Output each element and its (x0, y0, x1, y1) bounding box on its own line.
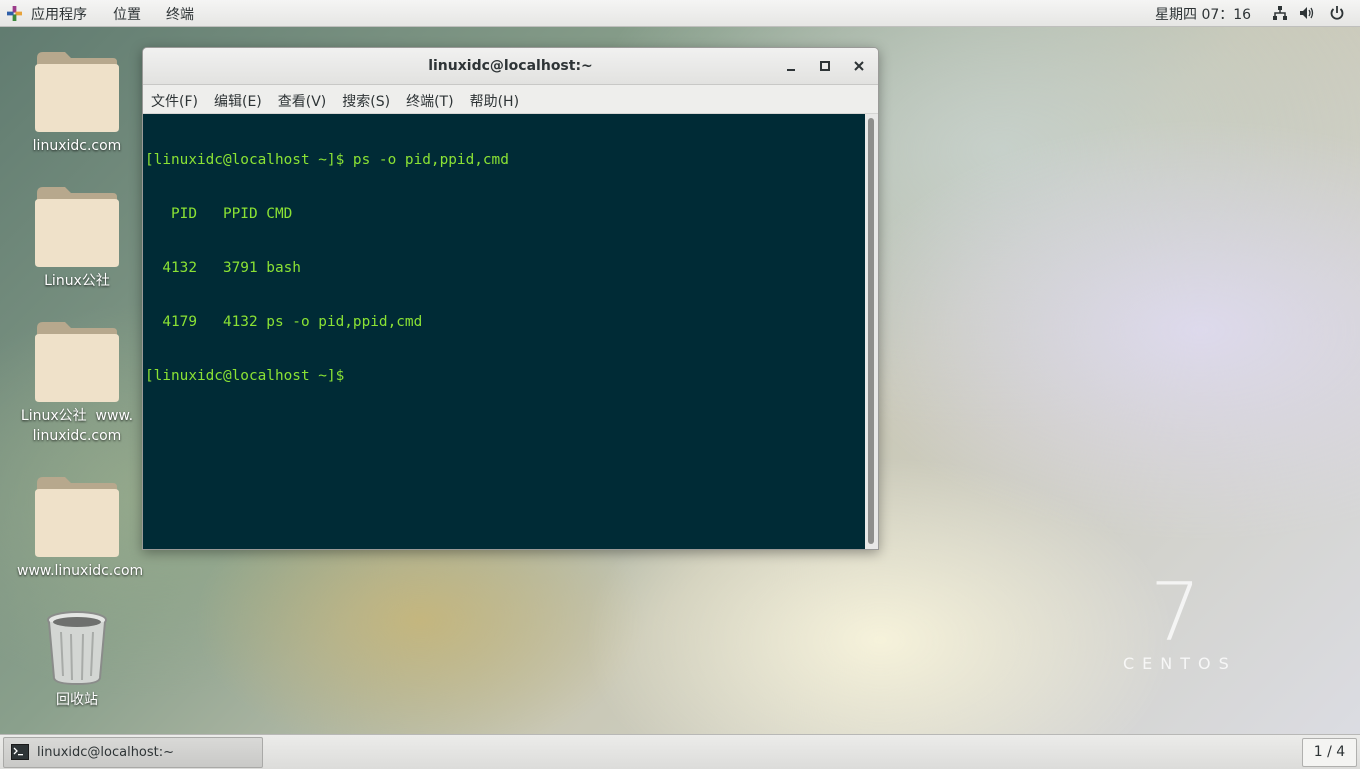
centos-logo-text: CENTOS (1123, 654, 1237, 673)
bottom-bar: linuxidc@localhost:~ 1 / 4 (0, 734, 1360, 769)
applications-icon[interactable] (7, 6, 22, 21)
trash-icon (47, 611, 107, 686)
terminal-output[interactable]: [linuxidc@localhost ~]$ ps -o pid,ppid,c… (143, 114, 865, 549)
terminal-line: PID PPID CMD (145, 206, 293, 222)
scrollbar-thumb[interactable] (868, 118, 874, 544)
close-icon[interactable] (850, 57, 868, 75)
folder-icon (35, 185, 119, 267)
terminal-line: [linuxidc@localhost ~]$ ps -o pid,ppid,c… (145, 152, 509, 168)
taskbar-label: linuxidc@localhost:~ (37, 745, 175, 760)
desktop-icon-label: Linux公社 (44, 273, 110, 289)
power-icon[interactable] (1329, 5, 1345, 21)
window-titlebar[interactable]: linuxidc@localhost:~ (143, 48, 878, 85)
menu-view[interactable]: 查看(V) (270, 85, 335, 111)
desktop-trash[interactable]: 回收站 (17, 610, 137, 710)
taskbar-terminal-button[interactable]: linuxidc@localhost:~ (3, 737, 263, 768)
window-menubar: 文件(F) 编辑(E) 查看(V) 搜索(S) 终端(T) 帮助(H) (143, 85, 878, 114)
workspace-indicator[interactable]: 1 / 4 (1302, 738, 1357, 767)
menu-search[interactable]: 搜索(S) (334, 85, 398, 111)
places-menu[interactable]: 位置 (113, 4, 141, 24)
desktop-folder-linuxidc[interactable]: linuxidc.com (17, 50, 137, 156)
menu-help[interactable]: 帮助(H) (462, 85, 527, 111)
terminal-window[interactable]: linuxidc@localhost:~ 文件(F) 编辑(E) 查看(V) 搜索(S… (142, 47, 879, 550)
desktop-icon-label-line2: linuxidc.com (32, 428, 122, 444)
desktop-folder-linux-gongshe[interactable]: Linux公社 (17, 185, 137, 291)
applications-menu[interactable]: 应用程序 (31, 4, 87, 24)
terminal-app-menu[interactable]: 终端 (166, 4, 194, 24)
folder-icon (35, 50, 119, 132)
desktop-icon-label-line1: Linux公社 www. (20, 408, 134, 424)
desktop-icon-label: 回收站 (56, 692, 98, 708)
folder-icon (35, 320, 119, 402)
centos-version-mark: 7 (1150, 566, 1201, 659)
maximize-icon[interactable] (816, 57, 834, 75)
folder-icon (35, 475, 119, 557)
desktop-folder-www-linuxidc[interactable]: www.linuxidc.com (17, 475, 144, 581)
network-icon[interactable] (1272, 5, 1288, 21)
terminal-line: 4132 3791 bash (145, 260, 301, 276)
desktop-icon-label: linuxidc.com (32, 138, 122, 154)
menu-file[interactable]: 文件(F) (143, 85, 206, 111)
volume-icon[interactable] (1299, 5, 1315, 21)
desktop-folder-linux-gongshe-www[interactable]: Linux公社 www. linuxidc.com (17, 320, 137, 446)
terminal-prompt-line: [linuxidc@localhost ~]$ (145, 368, 353, 384)
window-title: linuxidc@localhost:~ (428, 58, 593, 74)
menu-edit[interactable]: 编辑(E) (206, 85, 270, 111)
menu-terminal[interactable]: 终端(T) (398, 85, 461, 111)
desktop-icon-label: www.linuxidc.com (17, 563, 144, 579)
top-bar: 应用程序 位置 终端 星期四 07：16 (0, 0, 1360, 27)
clock[interactable]: 星期四 07：16 (1155, 4, 1251, 24)
desktop-icon-label: Linux公社 www. linuxidc.com (17, 406, 137, 446)
terminal-scrollbar[interactable] (865, 114, 878, 549)
terminal-line: 4179 4132 ps -o pid,ppid,cmd (145, 314, 423, 330)
minimize-icon[interactable] (782, 57, 800, 75)
terminal-icon (11, 744, 29, 760)
